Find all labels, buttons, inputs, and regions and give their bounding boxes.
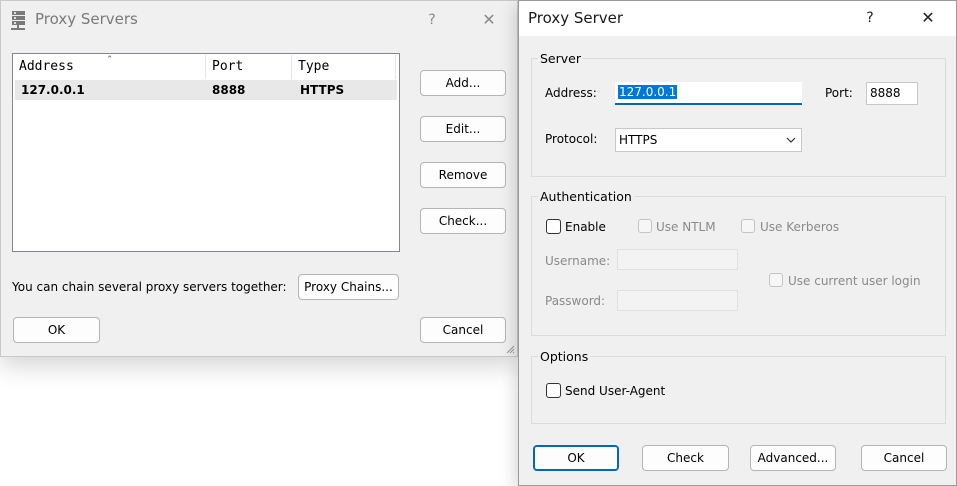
- table-row[interactable]: 127.0.0.1 8888 HTTPS: [15, 80, 397, 100]
- address-input[interactable]: 127.0.0.1: [615, 82, 802, 105]
- ok-button[interactable]: OK: [13, 317, 100, 343]
- use-current-login-checkbox[interactable]: [769, 273, 783, 287]
- address-value: 127.0.0.1: [618, 85, 678, 99]
- send-user-agent-label: Send User-Agent: [565, 384, 666, 398]
- use-ntlm-label: Use NTLM: [656, 220, 716, 234]
- chain-description: You can chain several proxy servers toge…: [12, 280, 287, 294]
- authentication-group-title: Authentication: [538, 189, 634, 204]
- send-user-agent-checkbox[interactable]: [546, 383, 561, 398]
- cell-type: HTTPS: [300, 83, 345, 97]
- cancel-button[interactable]: Cancel: [861, 445, 947, 471]
- server-icon: [11, 11, 25, 30]
- column-header-label: Port: [212, 59, 244, 74]
- proxy-list[interactable]: Address ˆ Port Type 127.0.0.1 8888 HTTPS: [12, 53, 400, 252]
- column-header-label: Type: [298, 59, 330, 74]
- close-button[interactable]: ✕: [477, 9, 501, 31]
- sort-indicator-icon: ˆ: [107, 54, 113, 67]
- proxy-server-dialog: Proxy Server ? ✕ Server Address: 127.0.0…: [518, 0, 957, 486]
- options-group-title: Options: [538, 349, 591, 364]
- password-input[interactable]: [617, 290, 738, 311]
- protocol-label: Protocol:: [545, 132, 598, 146]
- column-header-type[interactable]: Type: [292, 55, 396, 79]
- check-button[interactable]: Check: [642, 445, 729, 471]
- password-label: Password:: [545, 294, 606, 308]
- protocol-select[interactable]: HTTPS: [615, 128, 802, 152]
- column-header-label: Address: [19, 59, 74, 74]
- dialog-title: Proxy Server: [528, 9, 624, 27]
- close-button[interactable]: ✕: [916, 7, 940, 29]
- port-input[interactable]: 8888: [866, 82, 918, 105]
- proxy-chains-button[interactable]: Proxy Chains...: [298, 274, 399, 300]
- cell-address: 127.0.0.1: [21, 83, 85, 97]
- use-current-login-label: Use current user login: [788, 274, 921, 288]
- port-label: Port:: [825, 86, 853, 100]
- server-group-title: Server: [538, 51, 583, 66]
- chevron-down-icon: [786, 137, 796, 143]
- help-button[interactable]: ?: [858, 7, 882, 29]
- username-label: Username:: [545, 254, 611, 268]
- protocol-value: HTTPS: [619, 133, 658, 147]
- add-button[interactable]: Add...: [420, 70, 506, 96]
- use-ntlm-checkbox[interactable]: [638, 219, 652, 233]
- advanced-button[interactable]: Advanced...: [750, 445, 836, 471]
- title-bar: Proxy Server ? ✕: [519, 1, 956, 36]
- proxy-servers-dialog: Proxy Servers ? ✕ Address ˆ Port Type 12…: [0, 0, 518, 357]
- help-button[interactable]: ?: [420, 9, 444, 31]
- title-bar: Proxy Servers ? ✕: [1, 1, 517, 39]
- ok-button[interactable]: OK: [533, 445, 619, 471]
- enable-label: Enable: [565, 220, 606, 234]
- username-input[interactable]: [617, 249, 738, 270]
- remove-button[interactable]: Remove: [420, 162, 506, 188]
- use-kerberos-checkbox[interactable]: [741, 219, 755, 233]
- cell-port: 8888: [212, 83, 246, 97]
- dialog-title: Proxy Servers: [35, 10, 138, 28]
- column-header-port[interactable]: Port: [206, 55, 292, 79]
- server-group: [531, 58, 946, 177]
- edit-button[interactable]: Edit...: [420, 116, 506, 142]
- use-kerberos-label: Use Kerberos: [760, 220, 840, 234]
- enable-checkbox[interactable]: [546, 219, 561, 234]
- check-button[interactable]: Check...: [420, 208, 506, 234]
- address-label: Address:: [545, 86, 597, 100]
- resize-grip-icon[interactable]: [505, 344, 515, 354]
- cancel-button[interactable]: Cancel: [420, 317, 506, 343]
